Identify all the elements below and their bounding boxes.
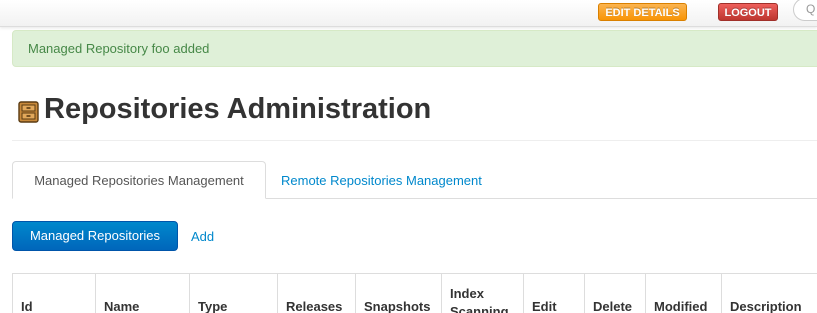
column-header-delete[interactable]: Delete <box>585 274 646 313</box>
managed-repositories-button[interactable]: Managed Repositories <box>12 221 178 251</box>
page-title: Repositories Administration <box>44 93 432 125</box>
column-header-index-scanning[interactable]: Index Scanning <box>442 274 524 313</box>
alert-message: Managed Repository foo added <box>28 41 210 56</box>
edit-details-button[interactable]: EDIT DETAILS <box>598 3 687 21</box>
column-header-description[interactable]: Description <box>722 274 817 313</box>
tab-managed-repositories[interactable]: Managed Repositories Management <box>12 161 266 199</box>
repositories-table: Id Name Type Releases Snapshots Index Sc… <box>12 273 817 313</box>
logout-button[interactable]: LOGOUT <box>718 3 778 21</box>
success-alert: Managed Repository foo added <box>12 30 817 67</box>
column-header-type[interactable]: Type <box>190 274 278 313</box>
search-input[interactable]: Q <box>793 0 817 21</box>
column-header-releases[interactable]: Releases <box>278 274 356 313</box>
title-divider <box>12 140 817 141</box>
column-header-name[interactable]: Name <box>96 274 190 313</box>
top-bar: EDIT DETAILS LOGOUT Q <box>0 0 817 27</box>
column-header-snapshots[interactable]: Snapshots <box>356 274 442 313</box>
column-header-id[interactable]: Id <box>13 274 96 313</box>
column-header-modified[interactable]: Modified <box>646 274 722 313</box>
column-header-edit[interactable]: Edit <box>524 274 585 313</box>
repository-cabinet-icon <box>18 101 39 123</box>
tab-remote-repositories[interactable]: Remote Repositories Management <box>281 173 482 188</box>
add-repository-link[interactable]: Add <box>191 229 214 244</box>
search-icon: Q <box>806 2 816 16</box>
